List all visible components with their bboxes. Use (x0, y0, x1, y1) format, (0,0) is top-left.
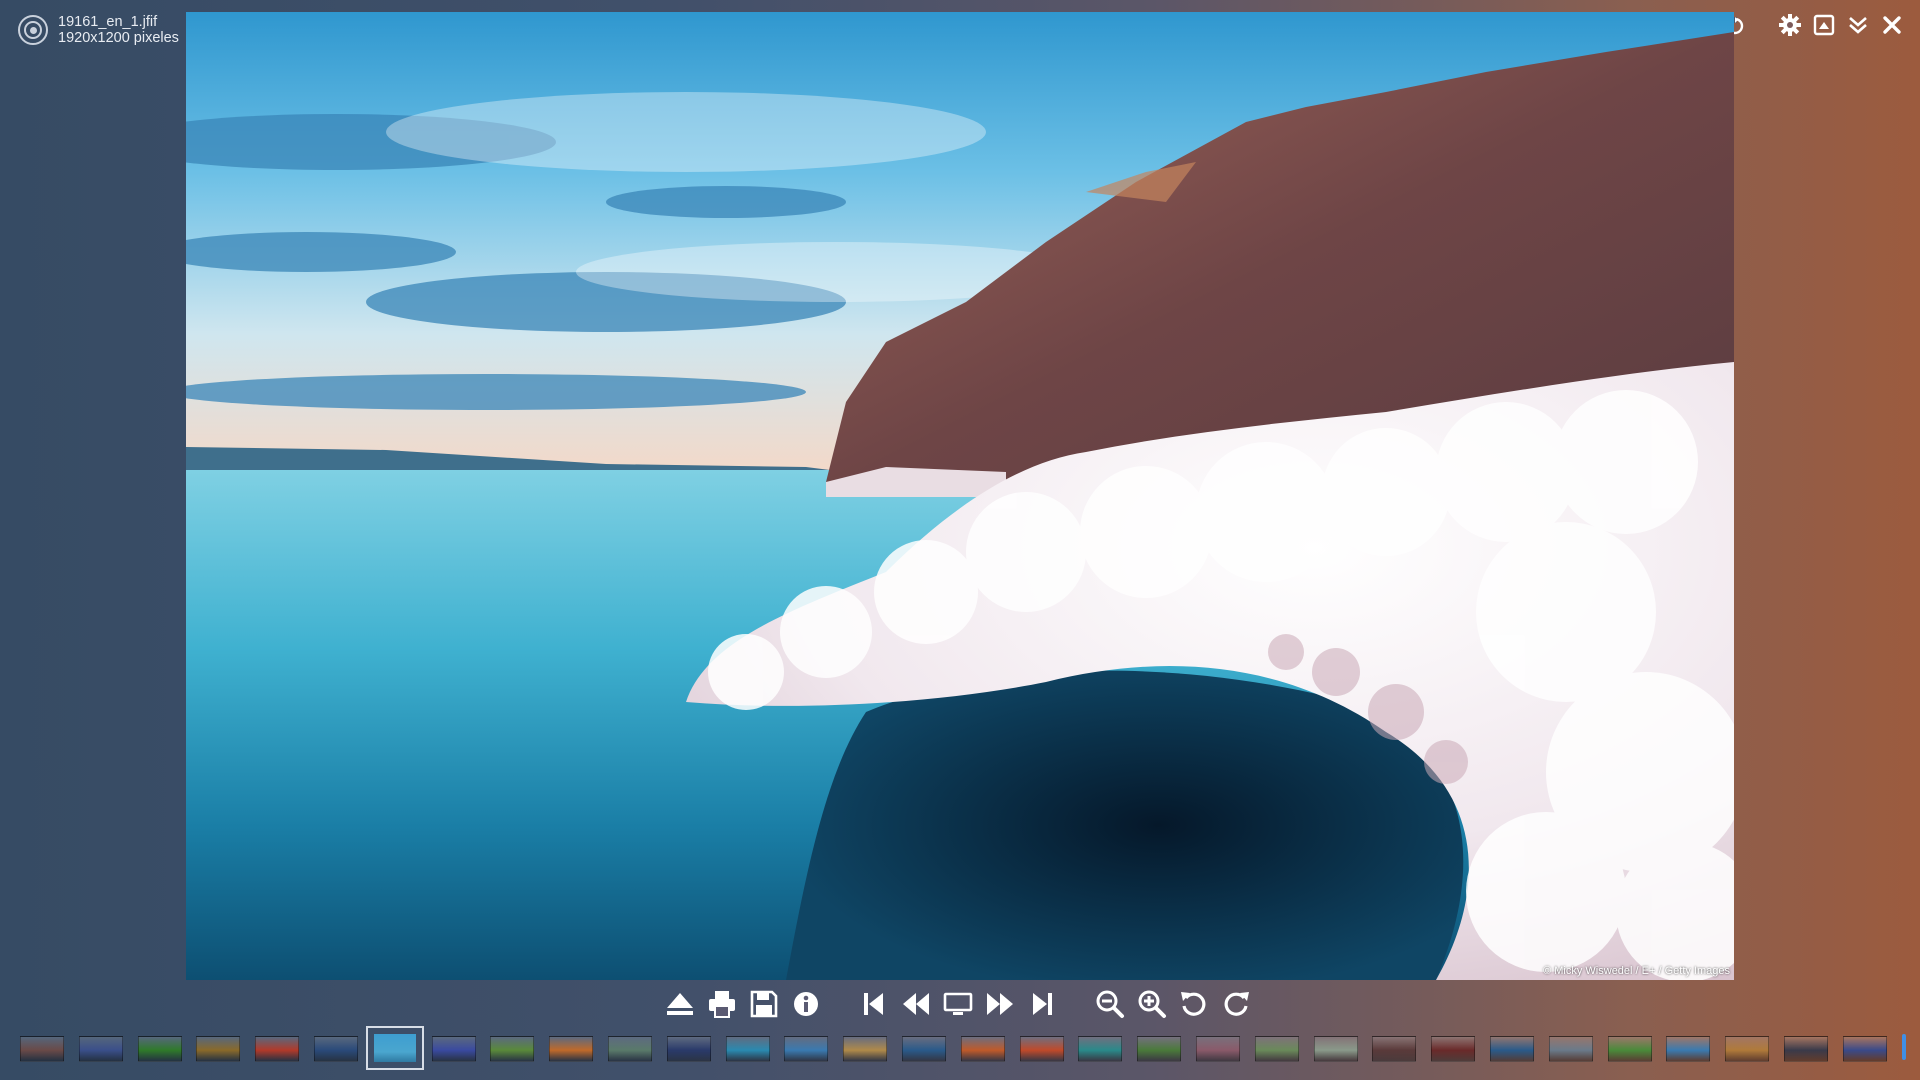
thumbnail[interactable] (960, 1036, 1005, 1062)
thumbnail[interactable] (784, 1036, 829, 1062)
last-icon[interactable] (1024, 986, 1060, 1022)
file-dimensions: 1920x1200 pixeles (58, 30, 179, 46)
thumbnail[interactable] (666, 1036, 711, 1062)
previous-icon[interactable] (898, 986, 934, 1022)
thumbnail[interactable] (1842, 1036, 1887, 1062)
thumbnail[interactable] (1254, 1036, 1299, 1062)
thumbnail[interactable] (1548, 1036, 1593, 1062)
slideshow-icon[interactable] (940, 986, 976, 1022)
thumbnail[interactable] (255, 1036, 300, 1062)
app-logo-icon[interactable] (18, 15, 48, 45)
thumbnail[interactable] (902, 1036, 946, 1062)
rotate-right-icon[interactable] (1218, 986, 1254, 1022)
thumbnail[interactable] (549, 1036, 594, 1062)
thumbnail[interactable] (137, 1036, 182, 1062)
print-icon[interactable] (704, 986, 740, 1022)
thumbnail[interactable] (1431, 1036, 1476, 1062)
eject-icon[interactable] (662, 986, 698, 1022)
thumbnail[interactable] (1666, 1036, 1711, 1062)
thumbnail[interactable] (314, 1036, 358, 1062)
file-info: 19161_en_1.jfif 1920x1200 pixeles (18, 14, 179, 46)
settings-icon[interactable] (1776, 12, 1804, 38)
thumbnail[interactable] (1725, 1036, 1770, 1062)
photo-credit: © Micky Wiswedel / E+ / Getty Images (1543, 965, 1730, 977)
thumbnail[interactable] (608, 1036, 652, 1062)
thumbnail[interactable] (1490, 1036, 1534, 1062)
thumbnail[interactable] (1078, 1036, 1123, 1062)
thumbnail[interactable] (490, 1036, 535, 1062)
thumbnail[interactable] (1784, 1036, 1828, 1062)
first-icon[interactable] (856, 986, 892, 1022)
window-controls: 0° (1707, 12, 1906, 38)
thumbnail[interactable] (196, 1036, 241, 1062)
thumbnail-strip (0, 1026, 1920, 1072)
thumbnail[interactable] (1019, 1036, 1064, 1062)
thumbnail[interactable] (1137, 1036, 1182, 1062)
bottom-toolbar (0, 984, 1920, 1024)
thumbnail[interactable] (1607, 1036, 1652, 1062)
main-image[interactable]: © Micky Wiswedel / E+ / Getty Images (186, 12, 1734, 980)
window-icon[interactable] (1810, 12, 1838, 38)
thumbnail[interactable] (78, 1036, 123, 1062)
thumbnail[interactable] (725, 1036, 770, 1062)
thumbnail[interactable] (431, 1036, 476, 1062)
thumbnail-selected[interactable] (365, 1026, 424, 1070)
photo-landscape (186, 12, 1734, 980)
file-text: 19161_en_1.jfif 1920x1200 pixeles (58, 14, 179, 46)
collapse-icon[interactable] (1844, 12, 1872, 38)
zoom-out-icon[interactable] (1092, 986, 1128, 1022)
zoom-in-icon[interactable] (1134, 986, 1170, 1022)
thumbnail[interactable] (1372, 1036, 1417, 1062)
thumbnail[interactable] (1196, 1036, 1240, 1062)
close-icon[interactable] (1878, 12, 1906, 38)
thumbnail[interactable] (843, 1036, 888, 1062)
rotate-left-icon[interactable] (1176, 986, 1212, 1022)
thumbnail[interactable] (1313, 1036, 1358, 1062)
save-icon[interactable] (746, 986, 782, 1022)
thumbnail[interactable] (20, 1036, 64, 1062)
thumbnail-scroll-indicator[interactable] (1902, 1034, 1906, 1060)
info-icon[interactable] (788, 986, 824, 1022)
next-icon[interactable] (982, 986, 1018, 1022)
file-name: 19161_en_1.jfif (58, 14, 158, 30)
